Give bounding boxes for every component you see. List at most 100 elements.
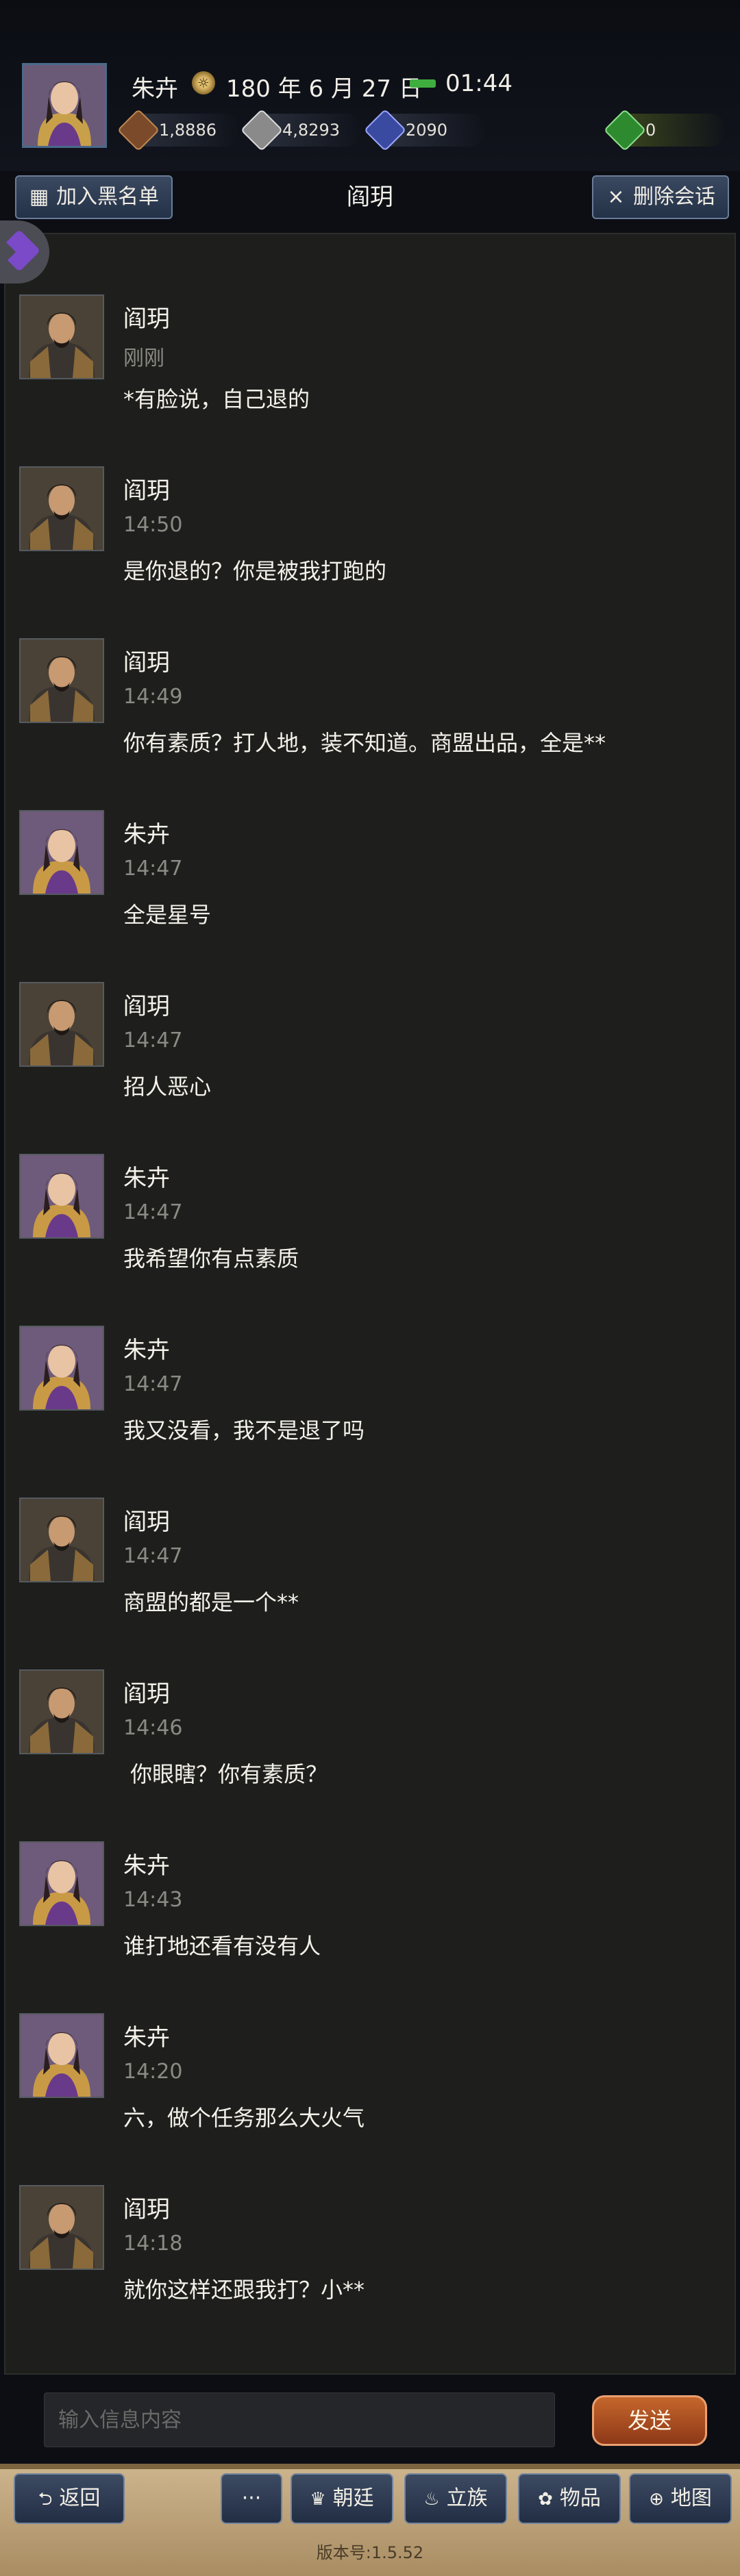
message-time: 14:47: [123, 1028, 183, 1052]
player-avatar[interactable]: [22, 63, 107, 148]
message-text: 你眼瞎？你有素质？: [123, 1761, 328, 1787]
game-date: 180 年 6 月 27 日: [226, 75, 422, 103]
game-time: 01:44: [445, 70, 513, 97]
back-label: 返回: [59, 2486, 101, 2510]
message-time: 刚刚: [123, 346, 164, 370]
map-icon: ⊕: [649, 2489, 664, 2510]
copper-coin-icon: [116, 108, 160, 152]
send-button[interactable]: 发送: [592, 2395, 707, 2446]
sender-name: 阎玥: [123, 1680, 170, 1708]
sender-name: 朱卉: [123, 1852, 170, 1880]
more-button[interactable]: ···: [221, 2473, 282, 2524]
sender-avatar[interactable]: [19, 2185, 104, 2270]
calendar-icon: ☼: [192, 71, 215, 94]
message-item: 朱卉 14:47 全是星号: [19, 810, 725, 981]
sender-name: 朱卉: [123, 1165, 170, 1192]
sender-avatar[interactable]: [19, 2013, 104, 2098]
message-text: 我希望你有点素质: [123, 1246, 299, 1272]
message-time: 14:47: [123, 1200, 183, 1224]
sender-name: 阎玥: [123, 2196, 170, 2223]
resource-bag[interactable]: 0: [603, 108, 726, 152]
divider: [0, 2464, 740, 2469]
resource-copper[interactable]: 1,8886: [116, 108, 240, 152]
resource-value: 2090: [406, 121, 448, 140]
money-bag-icon: [603, 108, 647, 152]
sender-avatar[interactable]: [19, 294, 104, 379]
return-arrow-icon: ⮌: [38, 2489, 53, 2510]
delete-label: 删除会话: [633, 185, 715, 209]
sender-name: 阎玥: [123, 305, 170, 333]
message-item: 朱卉 14:47 我希望你有点素质: [19, 1154, 725, 1325]
message-item: 阎玥 14:47 商盟的都是一个**: [19, 1498, 725, 1669]
back-button[interactable]: ⮌ 返回: [14, 2473, 125, 2524]
close-icon: ×: [607, 185, 625, 209]
message-time: 14:18: [123, 2232, 183, 2256]
message-time: 14:20: [123, 2060, 183, 2084]
sender-name: 阎玥: [123, 477, 170, 505]
player-name: 朱卉: [132, 75, 178, 103]
message-time: 14:49: [123, 685, 183, 709]
message-text: 你有素质？打人地，装不知道。商盟出品，全是**: [123, 730, 606, 756]
map-button[interactable]: ⊕ 地图: [629, 2473, 732, 2524]
message-text: 我又没看，我不是退了吗: [123, 1417, 365, 1443]
items-label: 物品: [559, 2486, 601, 2510]
message-text: *有脸说，自己退的: [123, 386, 310, 412]
message-item: 阎玥 14:46 你眼瞎？你有素质？: [19, 1669, 725, 1841]
sword-medal-icon: [363, 108, 407, 152]
message-text: 全是星号: [123, 902, 212, 928]
message-text: 是你退的？你是被我打跑的: [123, 558, 387, 584]
message-text: 就你这样还跟我打？小**: [123, 2277, 365, 2303]
clan-label: 立族: [446, 2486, 488, 2510]
message-item: 阎玥 14:18 就你这样还跟我打？小**: [19, 2185, 725, 2356]
sender-name: 朱卉: [123, 821, 170, 848]
sender-name: 阎玥: [123, 1508, 170, 1536]
message-time: 14:47: [123, 1544, 183, 1568]
clock-icon: [410, 79, 436, 88]
message-time: 14:43: [123, 1888, 183, 1912]
sender-name: 阎玥: [123, 649, 170, 677]
sender-avatar[interactable]: [19, 1154, 104, 1239]
sender-avatar[interactable]: [19, 466, 104, 551]
court-button[interactable]: ♛ 朝廷: [291, 2473, 393, 2524]
resource-value: 0: [645, 121, 656, 140]
bag-icon: ✿: [538, 2489, 553, 2510]
message-item: 朱卉 14:47 我又没看，我不是退了吗: [19, 1326, 725, 1497]
items-button[interactable]: ✿ 物品: [518, 2473, 621, 2524]
resource-medal[interactable]: 2090: [363, 108, 486, 152]
message-text: 谁打地还看有没有人: [123, 1933, 321, 1959]
resource-value: 1,8886: [159, 121, 217, 140]
court-label: 朝廷: [332, 2486, 374, 2510]
sender-avatar[interactable]: [19, 1669, 104, 1754]
map-label: 地图: [670, 2486, 712, 2510]
version-label: 版本号:1.5.52: [316, 2543, 424, 2562]
message-input[interactable]: 输入信息内容: [44, 2392, 555, 2447]
palace-icon: ♛: [310, 2489, 326, 2510]
sender-avatar[interactable]: [19, 1841, 104, 1926]
sender-name: 阎玥: [123, 993, 170, 1020]
sender-avatar[interactable]: [19, 982, 104, 1067]
sender-avatar[interactable]: [19, 1498, 104, 1582]
sender-avatar[interactable]: [19, 810, 104, 895]
player-status-bar: 朱卉 ☼ 180 年 6 月 27 日 01:44 1,8886 4,8293 …: [0, 0, 740, 171]
resource-silver[interactable]: 4,8293: [240, 108, 363, 152]
message-time: 14:47: [123, 1372, 183, 1396]
sender-name: 朱卉: [123, 2024, 170, 2051]
message-time: 14:50: [123, 513, 183, 537]
sender-avatar[interactable]: [19, 1326, 104, 1411]
clan-icon: ♨: [423, 2489, 440, 2510]
resource-value: 4,8293: [282, 121, 340, 140]
silver-ingot-icon: [240, 108, 284, 152]
sender-avatar[interactable]: [19, 638, 104, 723]
message-item: 阎玥刚刚 *有脸说，自己退的: [19, 294, 725, 466]
sender-name: 朱卉: [123, 1337, 170, 1364]
message-item: 朱卉 14:20 六，做个任务那么大火气: [19, 2013, 725, 2184]
delete-conversation-button[interactable]: × 删除会话: [592, 175, 729, 219]
message-item: 阎玥 14:49 你有素质？打人地，装不知道。商盟出品，全是**: [19, 638, 725, 809]
message-item: 阎玥 14:47 招人恶心: [19, 982, 725, 1153]
message-time: 14:46: [123, 1716, 183, 1740]
message-time: 14:47: [123, 857, 183, 881]
conversation-header: ▦ 加入黑名单 阎玥 × 删除会话: [0, 171, 740, 229]
message-item: 阎玥 14:50 是你退的？你是被我打跑的: [19, 466, 725, 637]
bottom-navigation: ⮌ 返回 ··· ♛ 朝廷 ♨ 立族 ✿ 物品 ⊕ 地图 版本号:1.5.52: [0, 2464, 740, 2576]
found-clan-button[interactable]: ♨ 立族: [404, 2473, 507, 2524]
